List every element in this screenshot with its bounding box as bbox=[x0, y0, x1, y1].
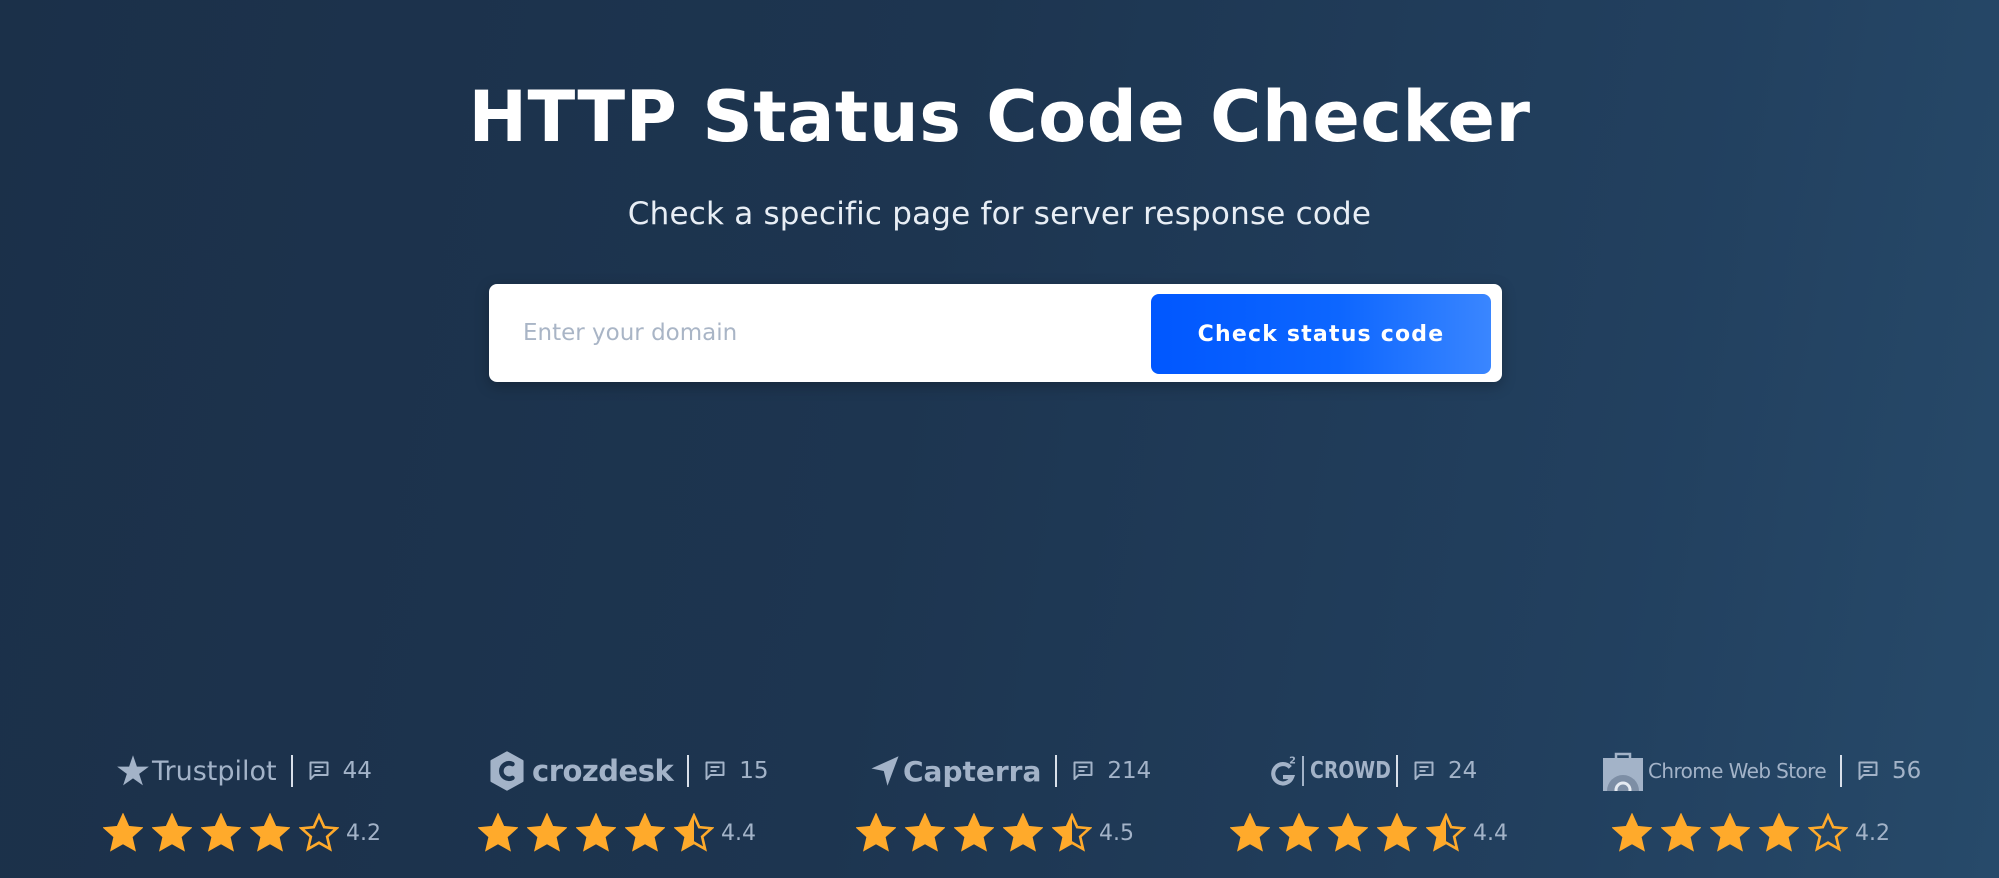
platform-name: Capterra bbox=[903, 754, 1042, 788]
crozdesk-logo: crozdesk bbox=[488, 751, 674, 791]
star-rating: 4.2 bbox=[103, 808, 381, 858]
chrome-web-store-icon bbox=[1603, 752, 1643, 791]
star-half-icon bbox=[1426, 813, 1466, 852]
check-status-code-button[interactable]: Check status code bbox=[1151, 294, 1491, 374]
star-full-icon bbox=[1759, 813, 1799, 852]
capterra-arrow-icon bbox=[871, 756, 899, 786]
star-rating: 4.5 bbox=[856, 808, 1134, 858]
review-header: Capterra 214 bbox=[870, 748, 1151, 794]
star-full-icon bbox=[201, 813, 241, 852]
g2-logo-icon: 2 bbox=[1271, 756, 1296, 786]
review-header: Trustpilot 44 bbox=[115, 748, 372, 794]
review-platforms: Trustpilot 44 4.2 crozdesk 15 4.4 Capter… bbox=[0, 740, 1999, 870]
review-header: Chrome Web Store 56 bbox=[1602, 748, 1921, 794]
platform-name: CROWD bbox=[1310, 758, 1391, 784]
svg-text:2: 2 bbox=[1289, 756, 1296, 767]
rating-value: 4.5 bbox=[1099, 820, 1134, 846]
rating-value: 4.2 bbox=[346, 820, 381, 846]
comment-icon bbox=[705, 761, 725, 780]
trustpilot-star-icon bbox=[117, 755, 149, 786]
star-rating: 4.4 bbox=[1230, 808, 1508, 858]
star-rating: 4.2 bbox=[1612, 808, 1890, 858]
star-full-icon bbox=[576, 813, 616, 852]
star-full-icon bbox=[1279, 813, 1319, 852]
rating-value: 4.4 bbox=[721, 820, 756, 846]
chrome-web-store-logo: Chrome Web Store bbox=[1602, 751, 1827, 791]
star-full-icon bbox=[1328, 813, 1368, 852]
review-count: 214 bbox=[1107, 758, 1152, 784]
divider bbox=[1396, 755, 1398, 787]
star-full-icon bbox=[625, 813, 665, 852]
capterra-logo: Capterra bbox=[870, 755, 1041, 788]
star-full-icon bbox=[478, 813, 518, 852]
domain-search-form: Check status code bbox=[489, 284, 1502, 382]
page-subtitle: Check a specific page for server respons… bbox=[627, 196, 1372, 232]
divider bbox=[687, 755, 690, 787]
review-count: 44 bbox=[342, 758, 372, 784]
star-half-icon bbox=[674, 813, 714, 852]
divider bbox=[1055, 755, 1058, 787]
star-half-icon bbox=[1052, 813, 1092, 852]
star-full-icon bbox=[1710, 813, 1750, 852]
divider bbox=[290, 755, 293, 787]
review-count: 56 bbox=[1892, 758, 1922, 784]
divider bbox=[1840, 755, 1843, 787]
star-full-icon bbox=[954, 813, 994, 852]
review-header: crozdesk 15 bbox=[488, 748, 769, 794]
platform-name: Chrome Web Store bbox=[1648, 759, 1827, 783]
star-full-icon bbox=[152, 813, 192, 852]
page-title: HTTP Status Code Checker bbox=[468, 76, 1531, 158]
star-empty-icon bbox=[299, 813, 339, 852]
review-header: 2 CROWD 24 bbox=[1268, 748, 1477, 794]
star-full-icon bbox=[250, 813, 290, 852]
trustpilot-logo: Trustpilot bbox=[115, 753, 277, 789]
star-full-icon bbox=[103, 813, 143, 852]
comment-icon bbox=[1073, 761, 1093, 780]
platform-name: crozdesk bbox=[532, 754, 674, 788]
comment-icon bbox=[309, 761, 329, 780]
star-full-icon bbox=[856, 813, 896, 852]
rating-value: 4.4 bbox=[1473, 820, 1508, 846]
crozdesk-logo-icon bbox=[490, 751, 524, 791]
star-full-icon bbox=[527, 813, 567, 852]
platform-name: Trustpilot bbox=[152, 755, 277, 787]
star-full-icon bbox=[1003, 813, 1043, 852]
logo-divider bbox=[1302, 756, 1304, 786]
star-full-icon bbox=[1377, 813, 1417, 852]
star-empty-icon bbox=[1808, 813, 1848, 852]
star-full-icon bbox=[905, 813, 945, 852]
review-count: 15 bbox=[739, 758, 769, 784]
star-full-icon bbox=[1612, 813, 1652, 852]
star-full-icon bbox=[1230, 813, 1270, 852]
domain-input[interactable] bbox=[509, 298, 1119, 368]
star-rating: 4.4 bbox=[478, 808, 756, 858]
rating-value: 4.2 bbox=[1855, 820, 1890, 846]
comment-icon bbox=[1858, 761, 1878, 780]
g2-crowd-logo: 2 CROWD bbox=[1268, 754, 1391, 788]
comment-icon bbox=[1414, 761, 1434, 780]
review-count: 24 bbox=[1448, 758, 1478, 784]
star-full-icon bbox=[1661, 813, 1701, 852]
